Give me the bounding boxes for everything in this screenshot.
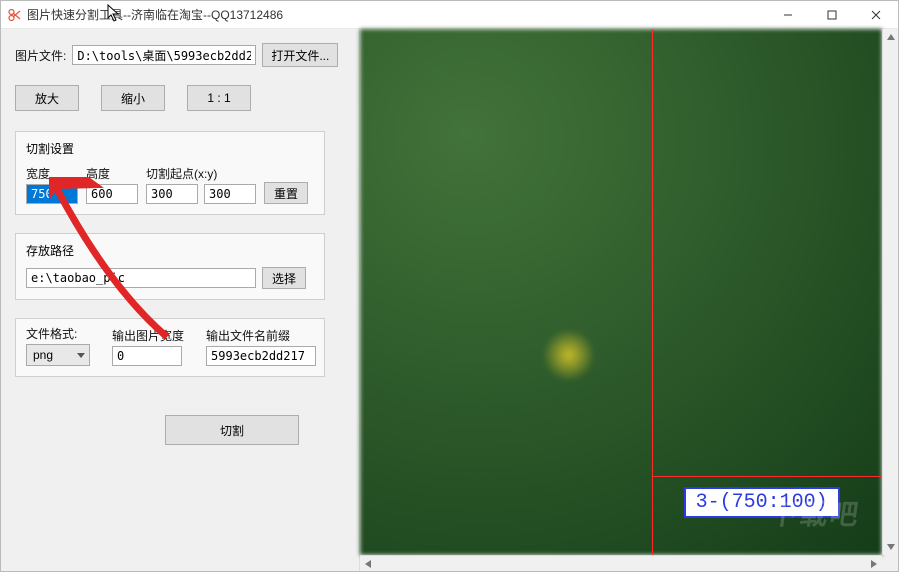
arrow-right-icon [871, 560, 877, 568]
output-width-input[interactable] [112, 346, 182, 366]
scroll-down-button[interactable] [883, 539, 899, 555]
app-window: 图片快速分割工具--济南临在淘宝--QQ13712486 图片文件: 打开 [0, 0, 899, 572]
zoom-row: 放大 缩小 1 : 1 [15, 85, 345, 111]
zoom-in-button[interactable]: 放大 [15, 85, 79, 111]
left-panel: 图片文件: 打开文件... 放大 缩小 1 : 1 切割设置 宽度 [1, 29, 359, 571]
window-title: 图片快速分割工具--济南临在淘宝--QQ13712486 [27, 6, 283, 23]
output-width-label: 输出图片宽度 [112, 327, 184, 344]
prefix-input[interactable] [206, 346, 316, 366]
save-path-input[interactable] [26, 268, 256, 288]
start-label: 切割起点(x:y) [146, 165, 256, 182]
arrow-left-icon [365, 560, 371, 568]
preview-panel: 3-(750:100) 下载吧 [359, 29, 898, 571]
zoom-one-to-one-button[interactable]: 1 : 1 [187, 85, 251, 111]
zoom-out-button[interactable]: 缩小 [101, 85, 165, 111]
file-path-input[interactable] [72, 45, 256, 65]
cut-settings-group: 切割设置 宽度 高度 切割起点(x:y) [15, 131, 325, 215]
save-path-title: 存放路径 [26, 242, 314, 259]
scroll-left-button[interactable] [360, 556, 376, 572]
scroll-up-button[interactable] [883, 29, 899, 45]
content-area: 图片文件: 打开文件... 放大 缩小 1 : 1 切割设置 宽度 [1, 29, 898, 571]
format-dropdown[interactable]: png [26, 344, 90, 366]
maximize-button[interactable] [810, 1, 854, 29]
minimize-button[interactable] [766, 1, 810, 29]
save-path-group: 存放路径 选择 [15, 233, 325, 300]
start-y-input[interactable] [204, 184, 256, 204]
cut-settings-title: 切割设置 [26, 140, 314, 157]
output-group: 文件格式: png 输出图片宽度 输出文件名前缀 [15, 318, 325, 377]
app-icon [7, 8, 21, 22]
choose-path-button[interactable]: 选择 [262, 267, 306, 289]
height-input[interactable] [86, 184, 138, 204]
arrow-down-icon [887, 544, 895, 550]
file-row: 图片文件: 打开文件... [15, 43, 345, 67]
title-bar: 图片快速分割工具--济南临在淘宝--QQ13712486 [1, 1, 898, 29]
width-label: 宽度 [26, 165, 78, 182]
width-input[interactable] [26, 184, 78, 204]
open-file-button[interactable]: 打开文件... [262, 43, 338, 67]
prefix-label: 输出文件名前缀 [206, 327, 316, 344]
format-label: 文件格式: [26, 325, 90, 342]
window-controls [766, 1, 898, 29]
horizontal-scrollbar[interactable] [360, 555, 882, 571]
start-x-input[interactable] [146, 184, 198, 204]
cut-button[interactable]: 切割 [165, 415, 299, 445]
close-button[interactable] [854, 1, 898, 29]
image-preview[interactable] [360, 29, 882, 555]
file-label: 图片文件: [15, 47, 66, 64]
chevron-down-icon [77, 353, 85, 358]
format-value: png [33, 348, 53, 362]
height-label: 高度 [86, 165, 138, 182]
scroll-right-button[interactable] [866, 556, 882, 572]
reset-button[interactable]: 重置 [264, 182, 308, 204]
vertical-scrollbar[interactable] [882, 29, 898, 555]
arrow-up-icon [887, 34, 895, 40]
